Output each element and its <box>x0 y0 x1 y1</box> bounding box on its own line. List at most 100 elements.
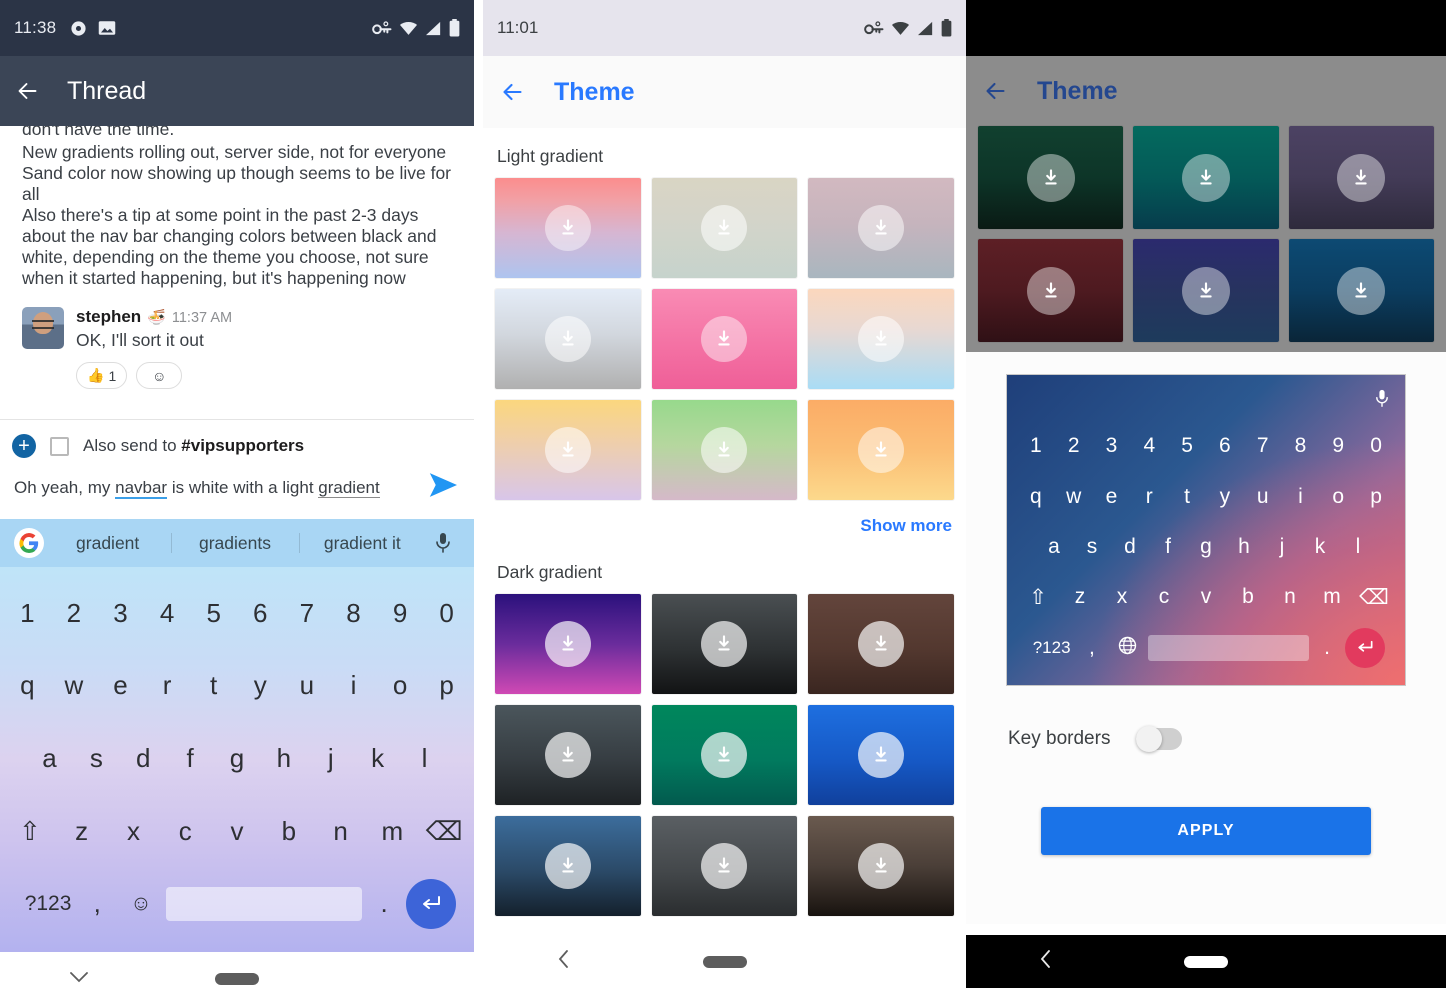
key-2[interactable]: 2 <box>51 598 98 629</box>
theme-tile-ice-grey[interactable] <box>495 289 641 389</box>
theme-tile-coral-blue[interactable] <box>495 178 641 278</box>
key-t[interactable]: t <box>190 670 237 701</box>
key-w[interactable]: w <box>1055 485 1093 509</box>
key-1[interactable]: 1 <box>4 598 51 629</box>
send-icon[interactable] <box>428 472 460 498</box>
key-x[interactable]: x <box>108 816 160 847</box>
key-o[interactable]: o <box>1319 485 1357 509</box>
key-v[interactable]: v <box>211 816 263 847</box>
theme-tile-violet-magenta[interactable] <box>495 594 641 694</box>
theme-tile-royal-blue[interactable] <box>808 705 954 805</box>
symbols-key[interactable]: ?123 <box>18 892 78 916</box>
theme-tile-maroon[interactable] <box>978 239 1124 342</box>
key-c[interactable]: c <box>159 816 211 847</box>
suggestion-item-3[interactable]: gradient it <box>299 533 426 554</box>
key-m[interactable]: m <box>366 816 418 847</box>
key-0[interactable]: 0 <box>1357 434 1395 458</box>
theme-tile-teal[interactable] <box>651 705 798 805</box>
download-badge[interactable] <box>858 316 905 362</box>
theme-scroll-content[interactable]: Light gradient Show more Dark gradient <box>483 128 966 935</box>
key-g[interactable]: g <box>214 743 261 774</box>
add-reaction-button[interactable]: ☺ <box>136 362 183 389</box>
download-badge[interactable] <box>544 316 591 362</box>
key-w[interactable]: w <box>51 670 98 701</box>
theme-tile-graphite[interactable] <box>651 816 798 916</box>
key-e[interactable]: e <box>97 670 144 701</box>
download-badge[interactable] <box>1337 266 1386 315</box>
download-badge[interactable] <box>544 843 591 889</box>
key-k[interactable]: k <box>1301 535 1339 559</box>
download-badge[interactable] <box>544 621 591 667</box>
theme-tile-slate-blue[interactable] <box>495 705 641 805</box>
key-y[interactable]: y <box>237 670 284 701</box>
key-0[interactable]: 0 <box>423 598 470 629</box>
key-q[interactable]: q <box>4 670 51 701</box>
on-screen-keyboard[interactable]: 1 2 3 4 5 6 7 8 9 0 q w e r t y u i o p … <box>0 567 474 952</box>
show-more-link[interactable]: Show more <box>495 516 952 536</box>
back-chevron-icon[interactable] <box>542 950 586 973</box>
download-badge[interactable] <box>544 427 591 473</box>
key-i[interactable]: i <box>330 670 377 701</box>
key-4[interactable]: 4 <box>1130 434 1168 458</box>
key-a[interactable]: a <box>26 743 73 774</box>
key-9[interactable]: 9 <box>377 598 424 629</box>
key-borders-setting[interactable]: Key borders <box>1008 726 1446 752</box>
backspace-key[interactable]: ⌫ <box>1353 585 1395 610</box>
chevron-down-icon[interactable] <box>57 970 101 988</box>
download-badge[interactable] <box>1337 153 1386 202</box>
key-x[interactable]: x <box>1101 585 1143 609</box>
space-key[interactable] <box>165 886 363 921</box>
key-l[interactable]: l <box>401 743 448 774</box>
back-arrow-icon[interactable] <box>14 79 41 103</box>
key-v[interactable]: v <box>1185 585 1227 609</box>
key-1[interactable]: 1 <box>1017 434 1055 458</box>
key-a[interactable]: a <box>1035 535 1073 559</box>
shift-key[interactable]: ⇧ <box>4 816 56 847</box>
key-t[interactable]: t <box>1168 485 1206 509</box>
key-8[interactable]: 8 <box>1282 434 1320 458</box>
space-key[interactable] <box>1147 634 1310 661</box>
theme-tile-indigo-navy[interactable] <box>1133 239 1279 342</box>
theme-tile-lemon-lilac[interactable] <box>495 400 641 500</box>
emoji-key[interactable]: ☺ <box>116 892 165 916</box>
apply-button[interactable]: APPLY <box>1041 807 1371 855</box>
enter-key[interactable] <box>406 878 456 929</box>
back-chevron-icon[interactable] <box>1024 950 1068 973</box>
add-attachment-button[interactable]: + <box>12 434 36 458</box>
download-badge[interactable] <box>1181 266 1230 315</box>
message-author[interactable]: stephen <box>76 307 141 327</box>
backspace-key[interactable]: ⌫ <box>418 816 470 847</box>
key-6[interactable]: 6 <box>1206 434 1244 458</box>
key-f[interactable]: f <box>167 743 214 774</box>
period-key[interactable]: . <box>1309 636 1345 660</box>
key-o[interactable]: o <box>377 670 424 701</box>
key-z[interactable]: z <box>1059 585 1101 609</box>
symbols-key[interactable]: ?123 <box>1027 638 1076 658</box>
download-badge[interactable] <box>544 732 591 778</box>
theme-tile-peach-sky[interactable] <box>808 289 954 389</box>
back-arrow-icon[interactable] <box>982 79 1009 103</box>
key-r[interactable]: r <box>144 670 191 701</box>
download-badge[interactable] <box>701 316 748 362</box>
theme-tile-deep-forest[interactable] <box>978 126 1124 229</box>
theme-tile-steel-blue[interactable] <box>495 816 641 916</box>
key-z[interactable]: z <box>56 816 108 847</box>
key-p[interactable]: p <box>423 670 470 701</box>
key-8[interactable]: 8 <box>330 598 377 629</box>
download-badge[interactable] <box>701 427 748 473</box>
key-k[interactable]: k <box>354 743 401 774</box>
theme-tile-charcoal[interactable] <box>651 594 798 694</box>
home-pill[interactable] <box>702 955 747 968</box>
download-badge[interactable] <box>701 205 748 251</box>
key-p[interactable]: p <box>1357 485 1395 509</box>
comma-key[interactable]: , <box>1076 636 1107 660</box>
theme-tile-orange-gold[interactable] <box>808 400 954 500</box>
theme-tile-ocean-blue[interactable] <box>1288 239 1434 342</box>
key-7[interactable]: 7 <box>284 598 331 629</box>
theme-tile-mauve-slate[interactable] <box>808 178 954 278</box>
mic-icon[interactable] <box>1375 389 1389 408</box>
theme-tile-cocoa-black[interactable] <box>808 816 954 916</box>
theme-tile-plum-grey[interactable] <box>1288 126 1434 229</box>
message-input[interactable]: Oh yeah, my navbar is white with a light… <box>14 477 428 499</box>
key-7[interactable]: 7 <box>1244 434 1282 458</box>
